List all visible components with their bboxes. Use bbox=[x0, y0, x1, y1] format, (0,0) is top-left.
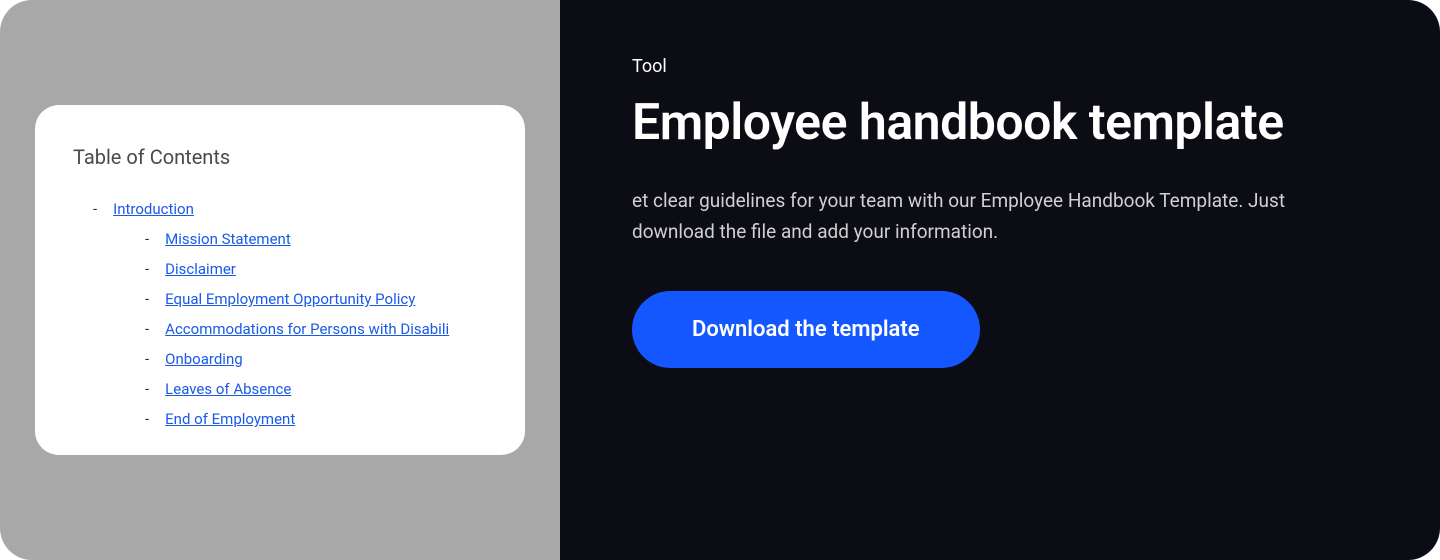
toc-link-onboarding[interactable]: Onboarding bbox=[165, 347, 243, 371]
dash-icon: - bbox=[145, 227, 149, 251]
toc-item: - End of Employment bbox=[145, 407, 487, 431]
toc-item: - Disclaimer bbox=[145, 257, 487, 281]
dash-icon: - bbox=[145, 317, 149, 341]
card-description: et clear guidelines for your team with o… bbox=[632, 185, 1332, 248]
toc-list: - Introduction - Mission Statement - Dis… bbox=[73, 197, 487, 431]
toc-root-item: - Introduction bbox=[93, 197, 487, 221]
toc-link-accommodations[interactable]: Accommodations for Persons with Disabili bbox=[165, 317, 449, 341]
dash-icon: - bbox=[145, 377, 149, 401]
toc-link-introduction[interactable]: Introduction bbox=[113, 197, 194, 221]
toc-item: - Accommodations for Persons with Disabi… bbox=[145, 317, 487, 341]
toc-heading: Table of Contents bbox=[73, 145, 487, 169]
toc-item: - Equal Employment Opportunity Policy bbox=[145, 287, 487, 311]
dash-icon: - bbox=[145, 287, 149, 311]
dash-icon: - bbox=[145, 257, 149, 281]
document-preview: Table of Contents - Introduction - Missi… bbox=[35, 105, 525, 455]
toc-link-leaves-of-absence[interactable]: Leaves of Absence bbox=[165, 377, 291, 401]
preview-panel: Table of Contents - Introduction - Missi… bbox=[0, 0, 560, 560]
template-card: Table of Contents - Introduction - Missi… bbox=[0, 0, 1440, 560]
toc-link-eeo-policy[interactable]: Equal Employment Opportunity Policy bbox=[165, 287, 415, 311]
dash-icon: - bbox=[93, 197, 97, 221]
dash-icon: - bbox=[145, 347, 149, 371]
info-panel: Tool Employee handbook template et clear… bbox=[560, 0, 1440, 560]
download-template-button[interactable]: Download the template bbox=[632, 291, 980, 368]
toc-item: - Mission Statement bbox=[145, 227, 487, 251]
toc-sublist: - Mission Statement - Disclaimer - Equal… bbox=[93, 227, 487, 431]
toc-link-end-of-employment[interactable]: End of Employment bbox=[165, 407, 295, 431]
toc-link-disclaimer[interactable]: Disclaimer bbox=[165, 257, 236, 281]
eyebrow-label: Tool bbox=[632, 56, 1368, 77]
toc-item: - Leaves of Absence bbox=[145, 377, 487, 401]
toc-item: - Onboarding bbox=[145, 347, 487, 371]
card-title: Employee handbook template bbox=[632, 95, 1368, 153]
dash-icon: - bbox=[145, 407, 149, 431]
toc-link-mission-statement[interactable]: Mission Statement bbox=[165, 227, 291, 251]
